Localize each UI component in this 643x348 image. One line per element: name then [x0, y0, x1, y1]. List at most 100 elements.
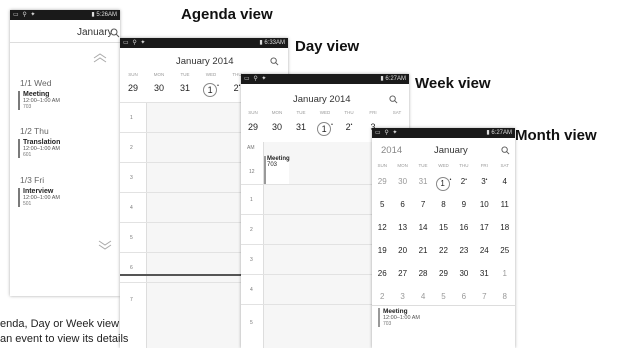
date-cell[interactable]: 29: [120, 83, 146, 97]
search-icon[interactable]: [110, 28, 120, 38]
chevron-up-icon[interactable]: [93, 53, 107, 63]
date-cell[interactable]: 5: [433, 292, 453, 301]
ampm-label: AM: [247, 145, 255, 151]
status-bar: ▭ ⚲ ✦ ▮ 6:33AM: [120, 38, 288, 48]
date-cell[interactable]: 31: [474, 269, 494, 278]
date-cell[interactable]: 30: [146, 83, 172, 97]
today-circle: 1: [203, 83, 218, 97]
agenda-event[interactable]: Translation 12:00–1:00 AM 601: [18, 139, 60, 158]
hour-label: 1: [130, 115, 133, 121]
month-week-row: 29 30 31 1 • 2• 3• 4: [372, 177, 515, 191]
hour-label: 5: [250, 320, 253, 326]
date-cell[interactable]: 27: [392, 269, 412, 278]
date-cell-selected[interactable]: 1 •: [313, 122, 337, 136]
dow-label: SAT: [500, 163, 509, 168]
date-cell[interactable]: 30: [392, 177, 412, 191]
date-cell[interactable]: 8: [433, 200, 453, 209]
search-icon[interactable]: [501, 146, 510, 155]
date-cell[interactable]: 24: [474, 246, 494, 255]
agenda-view-screen: ▭ ⚲ ✦ ▮ 5:26AM January 1/1 Wed Meeting 1…: [10, 10, 120, 296]
date-cell[interactable]: 16: [454, 223, 474, 232]
dow-label: MON: [397, 163, 408, 168]
date-cell[interactable]: 9: [454, 200, 474, 209]
dow-label: WED: [438, 163, 449, 168]
date-cell[interactable]: 11: [495, 200, 515, 209]
event-title: Meeting: [383, 308, 408, 315]
date-cell[interactable]: 30: [454, 269, 474, 278]
date-cell[interactable]: 5: [372, 200, 392, 209]
date-cell[interactable]: 22: [433, 246, 453, 255]
agenda-event[interactable]: Meeting 12:00–1:00 AM 703: [18, 91, 60, 110]
date-cell-selected[interactable]: 1 •: [198, 83, 224, 97]
agenda-event[interactable]: Interview 12:00–1:00 AM 501: [18, 188, 60, 207]
hour-label: 7: [130, 297, 133, 303]
chevron-down-icon[interactable]: [98, 240, 112, 250]
hour-label: 2: [130, 145, 133, 151]
agenda-date-header: 1/3 Fri: [20, 175, 45, 185]
date-cell[interactable]: 26: [372, 269, 392, 278]
month-week-row: 19 20 21 22 23 24 25: [372, 246, 515, 255]
date-cell[interactable]: 17: [474, 223, 494, 232]
caption-day-view: Day view: [295, 38, 360, 55]
dow-label: MON: [153, 72, 165, 77]
date-cell[interactable]: 23: [454, 246, 474, 255]
agenda-title[interactable]: January: [77, 27, 113, 38]
week-title[interactable]: January 2014: [293, 94, 351, 105]
date-cell[interactable]: 10: [474, 200, 494, 209]
date-cell[interactable]: 7: [474, 292, 494, 301]
event-title: Interview: [23, 188, 54, 195]
date-cell[interactable]: 25: [495, 246, 515, 255]
date-cell[interactable]: 4: [413, 292, 433, 301]
hour-label: 2: [250, 227, 253, 233]
month-event[interactable]: Meeting 12:00–1:00 AM 703: [378, 308, 420, 327]
date-cell[interactable]: 14: [413, 223, 433, 232]
week-event-block[interactable]: Meeting 703: [264, 156, 290, 184]
hour-column: [120, 102, 147, 348]
date-cell[interactable]: 7: [413, 200, 433, 209]
date-cell[interactable]: 1: [495, 269, 515, 278]
day-title[interactable]: January 2014: [176, 56, 234, 67]
date-cell[interactable]: 2•: [454, 177, 474, 191]
date-cell[interactable]: 3: [392, 292, 412, 301]
date-cell[interactable]: 28: [413, 269, 433, 278]
event-location: 601: [23, 152, 32, 158]
dow-label: SUN: [128, 72, 138, 77]
event-title: Translation: [23, 139, 61, 146]
date-cell[interactable]: 19: [372, 246, 392, 255]
date-cell[interactable]: 30: [265, 122, 289, 136]
date-cell[interactable]: 20: [392, 246, 412, 255]
search-icon[interactable]: [270, 57, 279, 66]
date-cell[interactable]: 4: [495, 177, 515, 191]
dow-label: TUE: [296, 110, 306, 115]
date-cell-selected[interactable]: 1 •: [433, 177, 453, 191]
date-cell[interactable]: 31: [413, 177, 433, 191]
date-cell[interactable]: 2•: [337, 122, 361, 136]
date-cell[interactable]: 3•: [474, 177, 494, 191]
date-cell[interactable]: 31: [172, 83, 198, 97]
month-title[interactable]: January: [434, 145, 468, 156]
dow-label: TUE: [180, 72, 190, 77]
date-cell[interactable]: 29: [433, 269, 453, 278]
date-cell[interactable]: 6: [392, 200, 412, 209]
date-cell[interactable]: 8: [495, 292, 515, 301]
dow-label: FRI: [369, 110, 377, 115]
search-icon[interactable]: [389, 95, 398, 104]
date-cell[interactable]: 29: [372, 177, 392, 191]
date-cell[interactable]: 6: [454, 292, 474, 301]
date-cell[interactable]: 15: [433, 223, 453, 232]
date-cell[interactable]: 13: [392, 223, 412, 232]
status-bar: ▭ ⚲ ✦ ▮ 6:27AM: [241, 74, 409, 84]
dow-label: WED: [319, 110, 331, 115]
date-cell[interactable]: 21: [413, 246, 433, 255]
caption-agenda-view: Agenda view: [181, 6, 273, 23]
date-cell[interactable]: 2: [372, 292, 392, 301]
event-location: 703: [23, 104, 32, 110]
month-event-divider: [372, 305, 515, 306]
date-cell[interactable]: 31: [289, 122, 313, 136]
event-title: Meeting: [23, 91, 50, 98]
notification-icons: ▭ ⚲ ✦: [123, 40, 147, 46]
hour-label: 12: [249, 169, 255, 175]
date-cell[interactable]: 29: [241, 122, 265, 136]
date-cell[interactable]: 12: [372, 223, 392, 232]
date-cell[interactable]: 18: [495, 223, 515, 232]
